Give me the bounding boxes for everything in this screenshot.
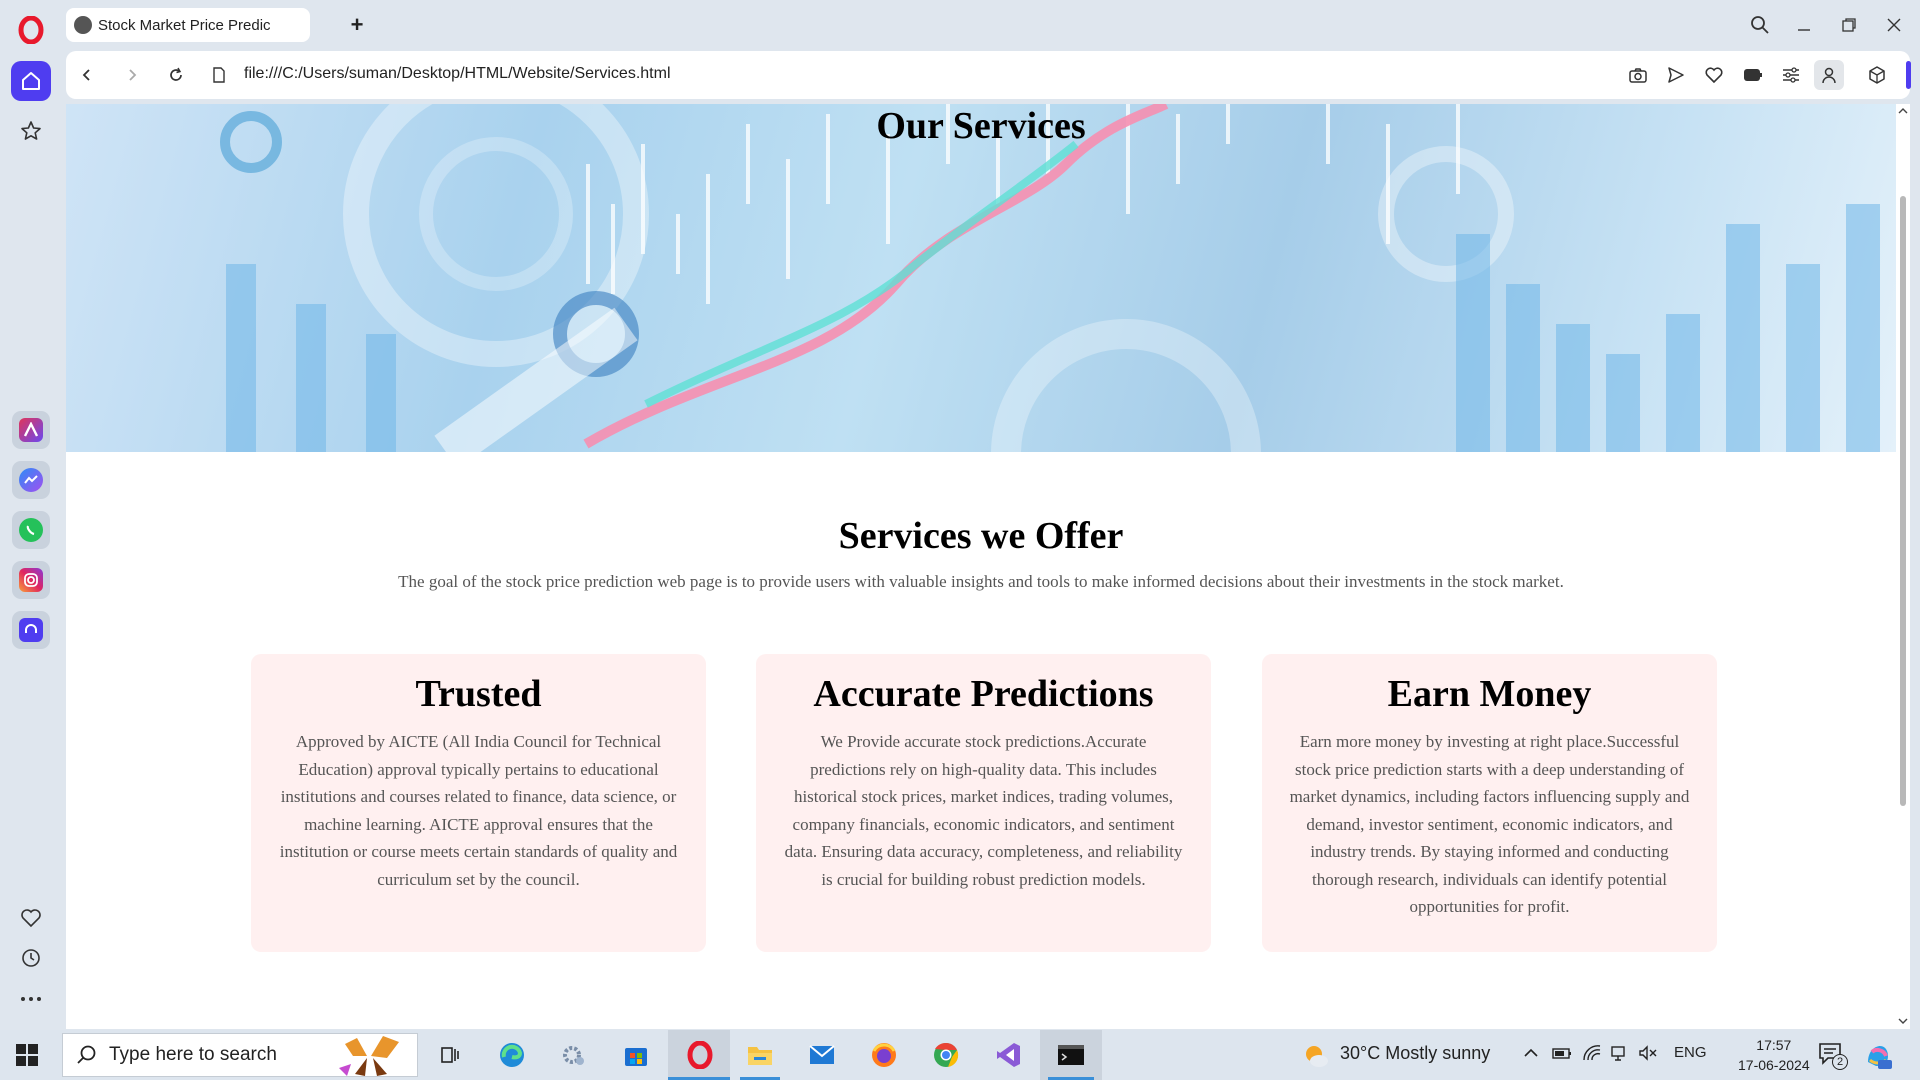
scroll-up-icon[interactable] [1896, 106, 1910, 116]
service-card-earn-money: Earn Money Earn more money by investing … [1262, 654, 1717, 952]
minimize-icon[interactable] [1788, 10, 1820, 40]
copilot-icon[interactable] [1864, 1042, 1892, 1070]
page-scrollbar[interactable] [1896, 104, 1910, 1029]
visual-studio-icon[interactable] [992, 1039, 1024, 1071]
extensions-icon[interactable] [1862, 60, 1892, 90]
easy-setup-icon[interactable] [1776, 60, 1806, 90]
weather-text[interactable]: 30°C Mostly sunny [1340, 1043, 1490, 1064]
aria-icon[interactable] [12, 411, 50, 449]
task-view-icon[interactable] [434, 1039, 466, 1071]
browser-sidebar [0, 0, 62, 1030]
chrome-icon[interactable] [930, 1039, 962, 1071]
player-icon[interactable] [12, 611, 50, 649]
settings-tools-icon[interactable] [558, 1039, 590, 1071]
stock-chart-background-image [220, 104, 1880, 452]
taskbar-search-box[interactable]: Type here to search [62, 1033, 418, 1077]
forward-icon[interactable] [117, 60, 147, 90]
butterfly-icon [339, 1036, 399, 1076]
microsoft-store-icon[interactable] [620, 1039, 652, 1071]
service-card-trusted: Trusted Approved by AICTE (All India Cou… [251, 654, 706, 952]
section-description: The goal of the stock price prediction w… [398, 572, 1564, 591]
new-tab-button[interactable]: + [344, 12, 370, 38]
opera-logo-icon[interactable] [18, 15, 44, 45]
notifications-icon[interactable]: 2 [1818, 1042, 1848, 1072]
card-title: Trusted [415, 673, 542, 715]
tab-strip: Stock Market Price Predict + [62, 0, 1920, 50]
globe-icon [74, 16, 92, 34]
send-icon[interactable] [1661, 60, 1691, 90]
heart-icon[interactable] [11, 898, 51, 938]
scroll-down-icon[interactable] [1896, 1016, 1910, 1026]
windows-start-icon[interactable] [16, 1044, 38, 1071]
reload-icon[interactable] [161, 60, 191, 90]
volume-muted-icon[interactable] [1638, 1044, 1658, 1066]
star-icon[interactable] [11, 111, 51, 151]
card-text: Earn more money by investing at right pl… [1289, 732, 1690, 916]
edge-browser-icon[interactable] [496, 1039, 528, 1071]
sidebar-toggle-indicator[interactable] [1906, 61, 1911, 89]
card-title: Accurate Predictions [813, 673, 1154, 715]
clock-date: 17-06-2024 [1738, 1057, 1810, 1073]
firefox-icon[interactable] [868, 1039, 900, 1071]
back-icon[interactable] [72, 60, 102, 90]
camera-icon[interactable] [1623, 60, 1653, 90]
battery-icon[interactable] [1552, 1044, 1572, 1066]
profile-icon[interactable] [1814, 60, 1844, 90]
file-explorer-icon[interactable] [744, 1039, 776, 1071]
tab-active[interactable]: Stock Market Price Predict [66, 8, 310, 42]
notification-count: 2 [1832, 1054, 1848, 1070]
messenger-icon[interactable] [12, 461, 50, 499]
instagram-icon[interactable] [12, 561, 50, 599]
system-clock[interactable]: 17:57 17-06-2024 [1738, 1035, 1810, 1075]
card-text: Approved by AICTE (All India Council for… [279, 732, 678, 889]
search-placeholder: Type here to search [109, 1044, 277, 1065]
page-viewport: Our Services Services we Offer The goal … [66, 104, 1896, 1029]
file-icon [204, 60, 234, 90]
restore-icon[interactable] [1833, 10, 1865, 40]
card-title: Earn Money [1387, 673, 1592, 715]
home-icon[interactable] [11, 61, 51, 101]
weather-icon[interactable] [1302, 1042, 1330, 1070]
wifi-icon[interactable] [1582, 1044, 1602, 1066]
search-icon [77, 1045, 96, 1064]
windows-taskbar: Type here to search 30°C Mostly sunny EN… [0, 1030, 1920, 1080]
heart-outline-icon[interactable] [1699, 60, 1729, 90]
close-icon[interactable] [1878, 10, 1910, 40]
hero-title: Our Services [876, 105, 1086, 147]
language-indicator[interactable]: ENG [1674, 1044, 1707, 1061]
address-bar: file:///C:/Users/suman/Desktop/HTML/Webs… [66, 51, 1911, 99]
terminal-icon[interactable] [1055, 1039, 1087, 1071]
card-text: We Provide accurate stock predictions.Ac… [784, 732, 1183, 889]
mail-icon[interactable] [806, 1039, 838, 1071]
search-tabs-icon[interactable] [1744, 10, 1776, 40]
hero-banner: Our Services [66, 104, 1896, 452]
tab-title: Stock Market Price Predict [98, 16, 270, 34]
opera-browser-icon[interactable] [684, 1039, 716, 1071]
history-icon[interactable] [11, 938, 51, 978]
url-field[interactable]: file:///C:/Users/suman/Desktop/HTML/Webs… [244, 65, 671, 83]
whatsapp-icon[interactable] [12, 511, 50, 549]
chevron-up-icon[interactable] [1522, 1044, 1540, 1066]
scroll-thumb[interactable] [1900, 196, 1906, 806]
clock-time: 17:57 [1756, 1037, 1792, 1053]
service-card-accurate-predictions: Accurate Predictions We Provide accurate… [756, 654, 1211, 952]
more-icon[interactable] [11, 979, 51, 1019]
meet-icon[interactable] [1610, 1044, 1628, 1066]
section-title: Services we Offer [838, 515, 1124, 557]
battery-saver-icon[interactable] [1738, 60, 1768, 90]
